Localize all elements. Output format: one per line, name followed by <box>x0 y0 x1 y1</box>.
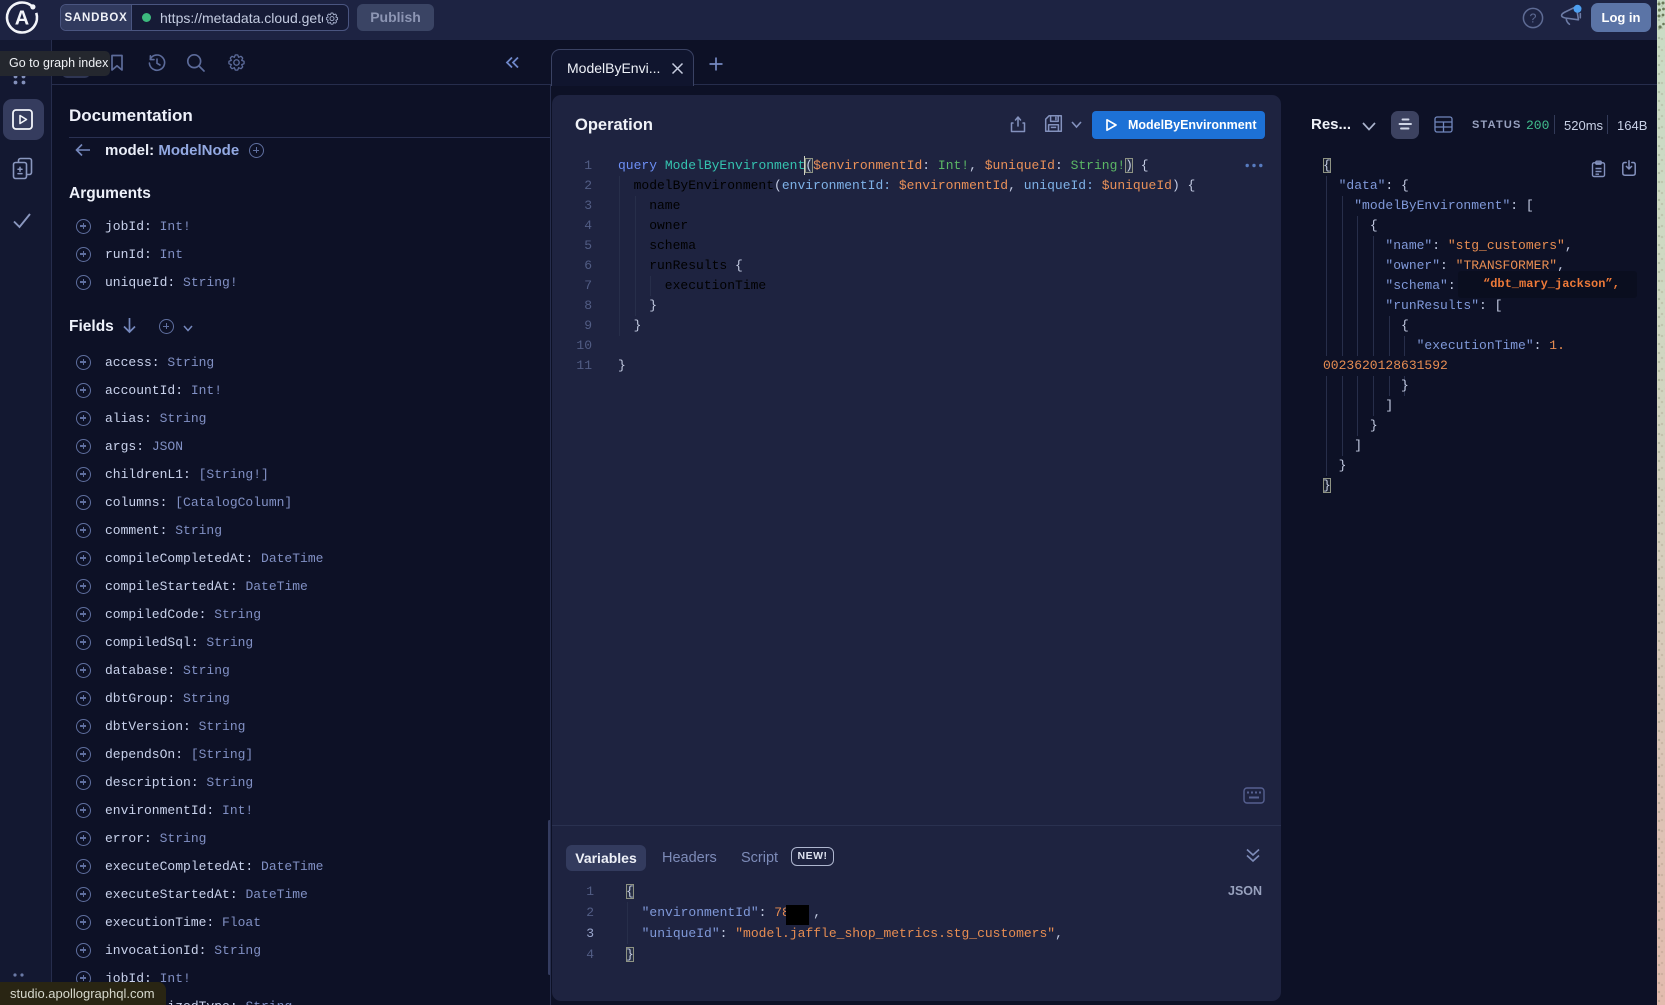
svg-text:A: A <box>15 8 29 30</box>
svg-text:?: ? <box>1530 11 1537 25</box>
